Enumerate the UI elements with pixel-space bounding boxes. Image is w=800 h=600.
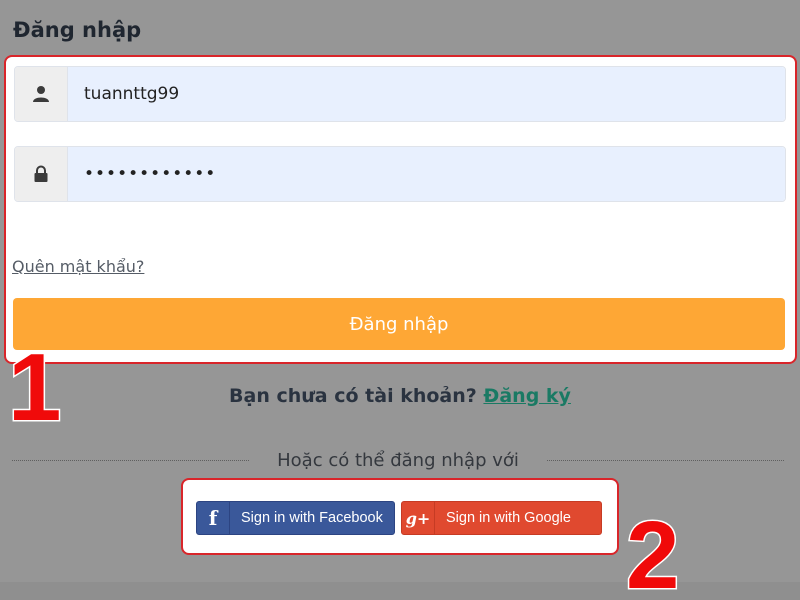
facebook-icon: f (197, 502, 230, 534)
social-login-highlight: f Sign in with Facebook g+ Sign in with … (181, 478, 619, 555)
google-plus-icon: g+ (402, 502, 435, 534)
google-signin-button[interactable]: g+ Sign in with Google (401, 501, 602, 535)
signup-prompt: Bạn chưa có tài khoản? Đăng ký (0, 385, 800, 407)
google-signin-label: Sign in with Google (446, 510, 571, 526)
signup-prompt-text: Bạn chưa có tài khoản? (229, 385, 477, 407)
page-title: Đăng nhập (13, 18, 142, 42)
username-field[interactable] (14, 66, 786, 122)
username-input[interactable] (68, 67, 785, 121)
forgot-password-link[interactable]: Quên mật khẩu? (12, 257, 144, 276)
facebook-signin-button[interactable]: f Sign in with Facebook (196, 501, 395, 535)
login-form-highlight: •••••••••••• Quên mật khẩu? Đăng nhập (4, 55, 797, 364)
lock-icon (15, 147, 68, 201)
password-input[interactable]: •••••••••••• (68, 147, 785, 201)
login-panel: Đăng nhập •••••••••••• Quên mật khẩu? Đă… (0, 0, 800, 600)
password-field[interactable]: •••••••••••• (14, 146, 786, 202)
divider-line-right (546, 459, 785, 461)
facebook-signin-label: Sign in with Facebook (241, 510, 383, 526)
divider-text: Hoặc có thể đăng nhập với (277, 449, 519, 471)
login-button[interactable]: Đăng nhập (13, 298, 785, 350)
signup-link[interactable]: Đăng ký (483, 385, 571, 407)
divider-line-left (12, 459, 250, 461)
step-marker-2: 2 (624, 502, 680, 600)
user-icon (15, 67, 68, 121)
divider: Hoặc có thể đăng nhập với (12, 448, 785, 472)
